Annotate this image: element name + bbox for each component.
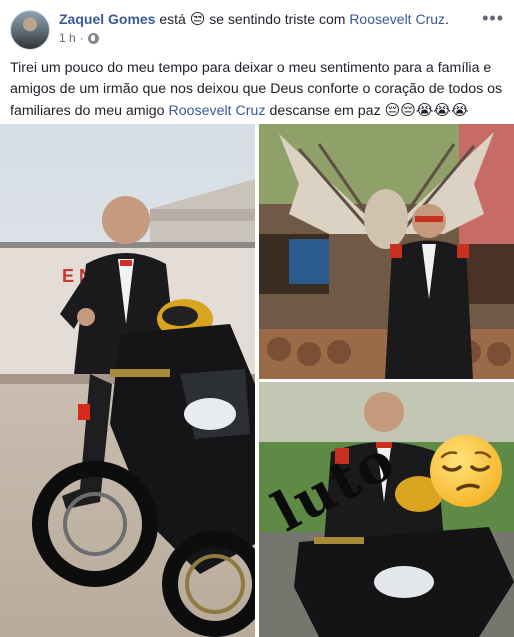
photo-motorcycle-wall[interactable]: E NTO (0, 124, 255, 637)
sad-face-icon (430, 435, 502, 507)
meta-separator: · (79, 31, 84, 45)
post-timestamp[interactable]: 1 h (59, 30, 76, 46)
tagged-suffix: . (445, 11, 449, 27)
author-avatar[interactable] (10, 10, 50, 50)
photo-2-image (259, 124, 514, 379)
post-text-mention-link[interactable]: Roosevelt Cruz (169, 103, 266, 119)
post-body-text: Tirei um pouco do meu tempo para deixar … (10, 58, 505, 122)
tagged-friend-link[interactable]: Roosevelt Cruz (349, 11, 445, 27)
post-text-part2: descanse em paz (269, 103, 381, 119)
author-name-link[interactable]: Zaquel Gomes (59, 11, 155, 27)
globe-icon[interactable] (87, 32, 99, 44)
photo-owl-statue[interactable] (259, 124, 514, 379)
feeling-prefix: está (159, 11, 186, 27)
feeling-text: se sentindo triste com (209, 11, 346, 27)
post-meta: 1 h · (59, 30, 99, 46)
more-options-button[interactable]: ••• (482, 8, 504, 29)
photo-1-image: E NTO (0, 124, 255, 637)
post-title-line: Zaquel Gomes está 😒 se sentindo triste c… (59, 10, 449, 28)
post-header: Zaquel Gomes está 😒 se sentindo triste c… (0, 0, 514, 56)
post-text-emojis: 😔😔😭😭😭 (384, 101, 469, 119)
feeling-emoji: 😒 (189, 10, 206, 28)
